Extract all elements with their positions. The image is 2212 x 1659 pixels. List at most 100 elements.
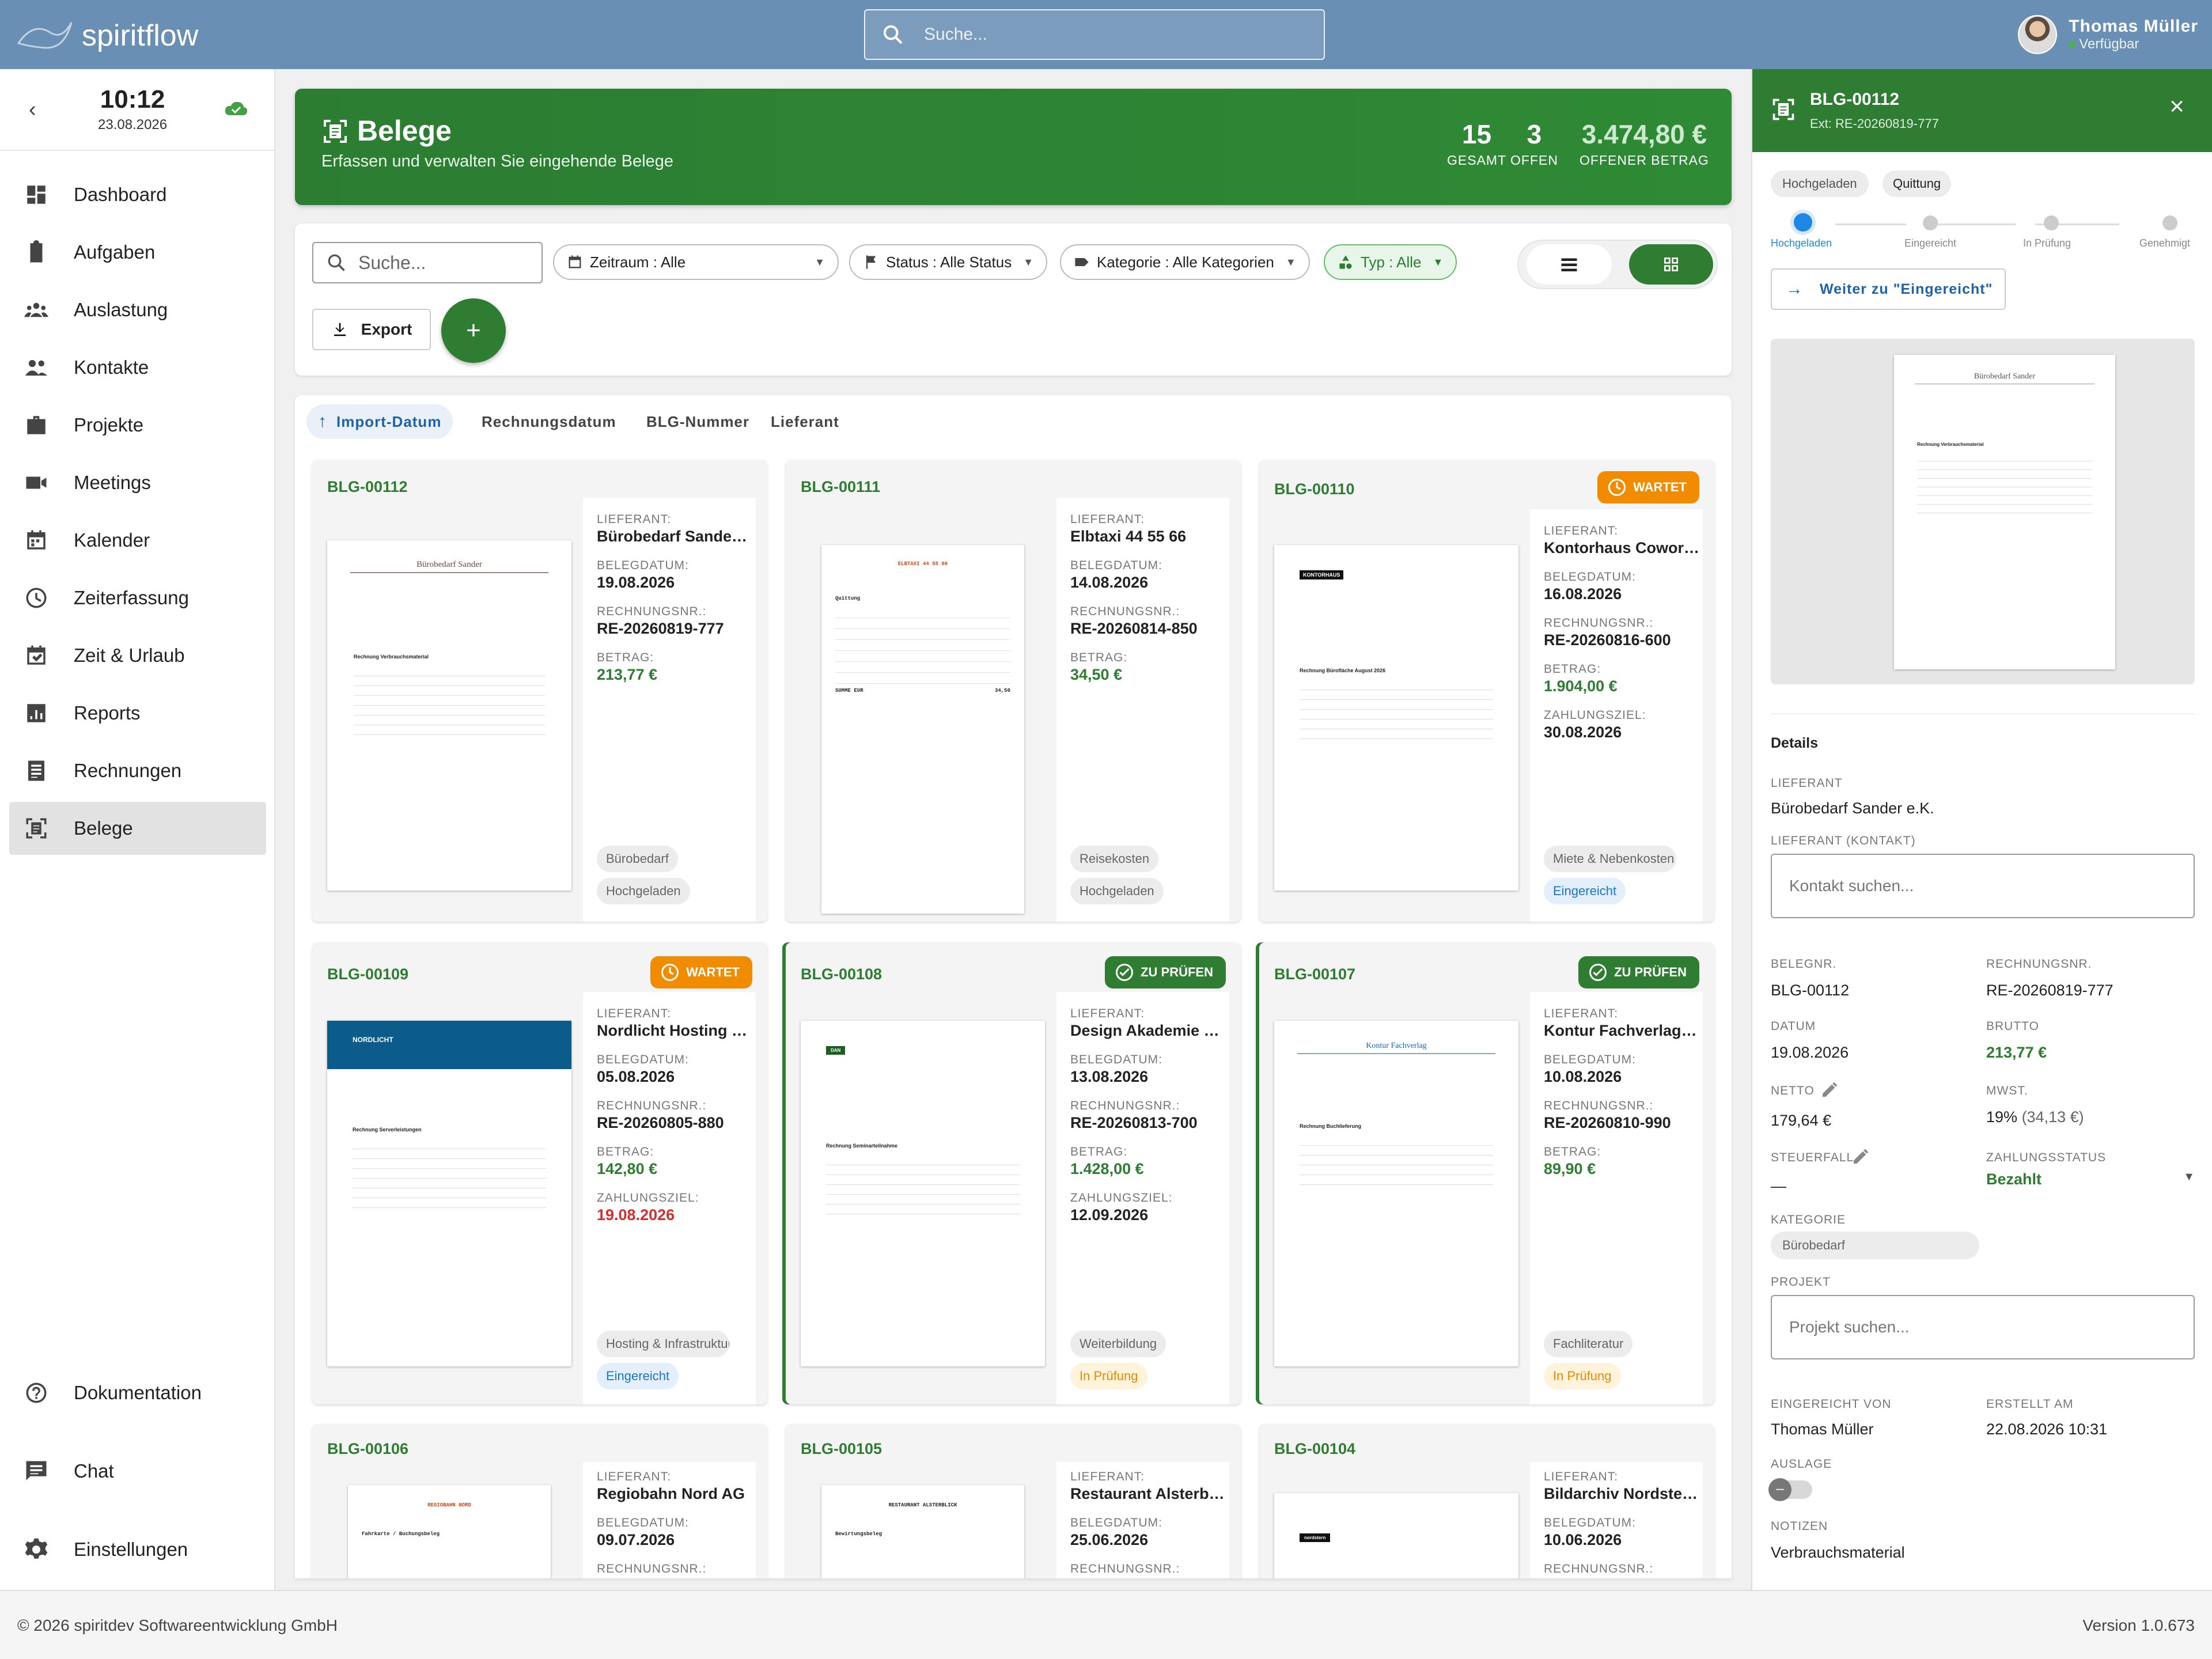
nav-reports[interactable]: Reports [9, 687, 266, 740]
receipt-preview[interactable]: Kontur Fachverlag Rechnung Buchlieferung [1259, 992, 1530, 1404]
stat-open: 3 OFFEN [1510, 119, 1558, 169]
nav-zeit-urlaub[interactable]: Zeit & Urlaub [9, 629, 266, 682]
sort-tab-blg-nummer[interactable]: BLG-Nummer [635, 404, 761, 439]
receipt-preview[interactable]: DAN Rechnung Seminarteilnahme [786, 992, 1056, 1404]
nav-meetings[interactable]: Meetings [9, 456, 266, 509]
sort-tab-import-datum[interactable]: ↑ Import-Datum [306, 404, 453, 439]
sort-tab-lieferant[interactable]: Lieferant [759, 404, 851, 439]
payment-status-select[interactable]: Bezahlt ▼ [1986, 1171, 2195, 1188]
category-tag[interactable]: Bürobedarf [1771, 1232, 1979, 1259]
clock-time: 10:12 [100, 85, 165, 113]
receipt-info: LIEFERANT: Kontur Fachverlag GmbH BELEGD… [1530, 992, 1703, 1404]
receipt-card[interactable]: BLG-00107 ZU PRÜFEN Kontur Fachverlag Re… [1259, 942, 1714, 1404]
add-receipt-button[interactable]: + [441, 298, 506, 363]
sort-tab-rechnungsdatum[interactable]: Rechnungsdatum [470, 404, 628, 439]
step-dot[interactable] [2044, 215, 2059, 230]
amount-value: 1.428,00 € [1070, 1160, 1144, 1177]
briefcase-icon [27, 416, 46, 434]
zeitraum-filter[interactable]: Zeitraum : Alle ▼ [553, 244, 839, 280]
auslage-toggle[interactable]: – [1768, 1478, 1812, 1501]
dropdown-arrow-icon: ▼ [1433, 256, 1444, 268]
field-label: LIEFERANT: [1544, 1007, 1619, 1020]
step-dot[interactable] [1923, 215, 1938, 230]
nav-chat[interactable]: Chat [9, 1445, 266, 1498]
status-filter[interactable]: Status : Alle Status ▼ [849, 244, 1048, 280]
receipt-preview[interactable]: nordstern [1259, 1462, 1530, 1578]
nav-aufgaben[interactable]: Aufgaben [9, 226, 266, 279]
next-step-button[interactable]: → Weiter zu "Eingereicht" [1771, 268, 2006, 310]
field-label: AUSLAGE [1771, 1457, 1832, 1471]
grid-view-button[interactable] [1629, 244, 1713, 285]
nav-dokumentation[interactable]: Dokumentation [9, 1366, 266, 1419]
field-label: RECHNUNGSNR.: [1544, 616, 1654, 630]
receipt-card[interactable]: BLG-00110 WARTET KONTORHAUS Rechnung Bür… [1259, 460, 1714, 922]
global-search-input[interactable]: Suche... [864, 9, 1325, 60]
project-search-input[interactable]: Projekt suchen... [1771, 1295, 2195, 1359]
export-button[interactable]: Export [312, 309, 431, 350]
nav-rechnungen[interactable]: Rechnungen [9, 744, 266, 797]
field-label: DATUM [1771, 1020, 1816, 1033]
next-step-label: Weiter zu "Eingereicht" [1820, 281, 1993, 297]
field-label: LIEFERANT: [1070, 1007, 1145, 1020]
receipt-preview[interactable]: Bürobedarf Sander Rechnung Verbrauchsmat… [312, 498, 583, 922]
field-label: STEUERFALL [1771, 1151, 1854, 1164]
user-menu[interactable]: Thomas Müller Verfügbar [2018, 15, 2198, 54]
version: Version 1.0.673 [2082, 1616, 2195, 1634]
typ-filter[interactable]: Typ : Alle ▼ [1324, 244, 1457, 280]
chevron-left-icon[interactable]: ‹ [29, 97, 63, 122]
receipt-preview[interactable]: RESTAURANT ALSTERBLICK Bewirtungsbeleg [786, 1462, 1056, 1578]
kategorie-filter[interactable]: Kategorie : Alle Kategorien ▼ [1060, 244, 1310, 280]
detail-document-preview[interactable]: Bürobedarf Sander Rechnung Verbrauchsmat… [1771, 339, 2195, 684]
nav-kalender[interactable]: Kalender [9, 514, 266, 567]
field-label: RECHNUNGSNR.: [597, 1099, 707, 1112]
field-label: RECHNUNGSNR.: [1070, 1562, 1180, 1575]
receipt-preview[interactable]: ELBTAXI 44 55 66 Quittung SUMME EUR 34,50 [786, 498, 1056, 922]
receipt-search-input[interactable]: Suche... [312, 242, 543, 283]
invoice-number-value: RE-20260805-880 [597, 1114, 724, 1131]
check-circle-icon [1589, 964, 1607, 981]
close-icon[interactable]: × [2169, 92, 2184, 121]
edit-icon[interactable] [1820, 1081, 1839, 1099]
receipt-card[interactable]: BLG-00104 nordstern LIEFERANT: Bildarchi… [1259, 1424, 1714, 1578]
receipt-card[interactable]: BLG-00108 ZU PRÜFEN DAN Rechnung Seminar… [786, 942, 1241, 1404]
date-value: 09.07.2026 [597, 1531, 675, 1548]
receipt-preview[interactable]: NORDLICHT Rechnung Serverleistungen [312, 992, 583, 1404]
nav-projekte[interactable]: Projekte [9, 399, 266, 452]
app-logo[interactable]: spiritflow [16, 13, 198, 59]
edit-icon[interactable] [1851, 1147, 1870, 1166]
status-tag: Eingereicht [597, 1363, 679, 1389]
due-date-value: 19.08.2026 [597, 1206, 675, 1224]
nav-auslastung[interactable]: Auslastung [9, 283, 266, 336]
receipt-card[interactable]: BLG-00106 REGIOBAHN NORD Fahrkarte / Buc… [312, 1424, 767, 1578]
receipt-card[interactable]: BLG-00111 ELBTAXI 44 55 66 Quittung SUMM… [786, 460, 1241, 922]
receipt-card[interactable]: BLG-00109 WARTET NORDLICHT Rechnung Serv… [312, 942, 767, 1404]
nav-belege[interactable]: Belege [9, 802, 266, 855]
due-date-value: 30.08.2026 [1544, 724, 1622, 741]
nav-dashboard[interactable]: Dashboard [9, 168, 266, 221]
receipt-preview[interactable]: REGIOBAHN NORD Fahrkarte / Buchungsbeleg [312, 1462, 583, 1578]
receipt-preview[interactable]: KONTORHAUS Rechnung Bürofläche August 20… [1259, 509, 1530, 922]
doc-total: SUMME EUR 34,50 [835, 688, 1010, 694]
global-search-placeholder: Suche... [924, 25, 988, 44]
supplier-value: Design Akademie Nord [1070, 1022, 1226, 1039]
clock-icon [1608, 479, 1626, 496]
dropdown-arrow-icon: ▼ [815, 256, 825, 268]
receipt-info: LIEFERANT: Elbtaxi 44 55 66 BELEGDATUM: … [1056, 498, 1229, 922]
detail-type-chip: Quittung [1883, 171, 1952, 197]
stat-label: OFFENER BETRAG [1580, 153, 1709, 168]
receipt-card[interactable]: BLG-00105 RESTAURANT ALSTERBLICK Bewirtu… [786, 1424, 1241, 1578]
event-check-icon [27, 645, 46, 665]
step-dot-active[interactable] [1794, 213, 1812, 232]
nav-kontakte[interactable]: Kontakte [9, 341, 266, 394]
field-label: NETTO [1771, 1084, 1815, 1097]
field-label: RECHNUNGSNR.: [1544, 1099, 1654, 1112]
step-dot[interactable] [2162, 215, 2177, 230]
top-bar: spiritflow Suche... Thomas Müller Verfüg… [0, 0, 2212, 69]
nav-zeiterfassung[interactable]: Zeiterfassung [9, 571, 266, 624]
nav-label: Auslastung [74, 299, 168, 320]
nav-einstellungen[interactable]: Einstellungen [9, 1523, 266, 1576]
list-view-button[interactable] [1527, 244, 1612, 285]
receipt-card[interactable]: BLG-00112 Bürobedarf Sander Rechnung Ver… [312, 460, 767, 922]
search-icon [883, 25, 903, 44]
contact-search-input[interactable]: Kontakt suchen... [1771, 854, 2195, 918]
